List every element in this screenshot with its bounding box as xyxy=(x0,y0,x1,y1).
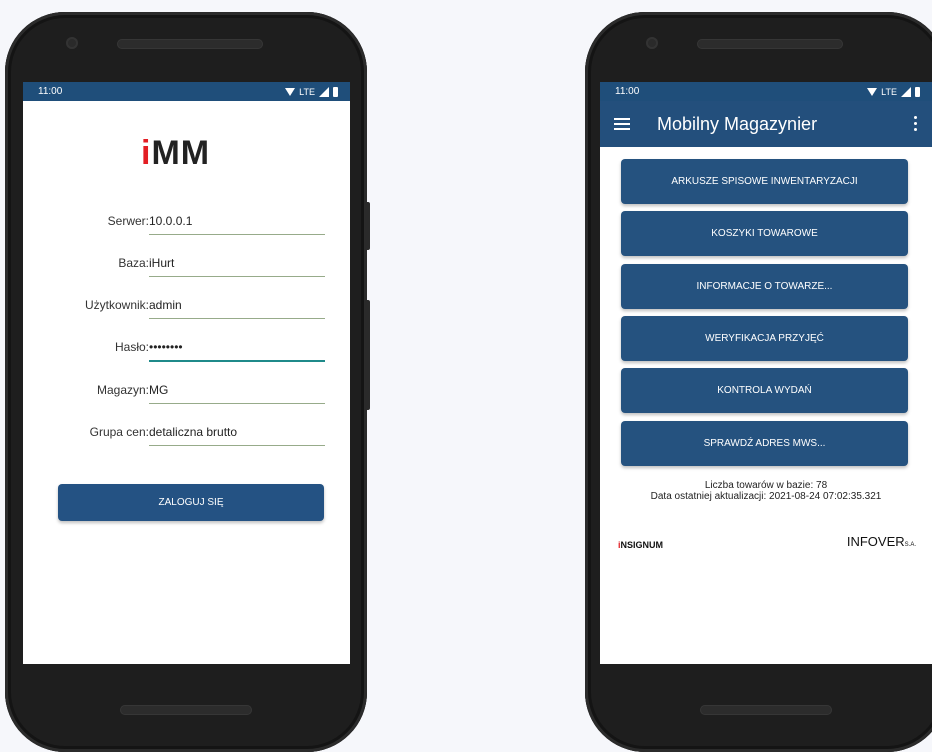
speaker-grille xyxy=(697,39,843,49)
signal-icon xyxy=(319,86,329,97)
database-label: Baza: xyxy=(118,256,149,270)
phone-right: 11:00 LTE Mobilny Magazynier ARKUSZE SPI… xyxy=(585,12,932,752)
server-label: Serwer: xyxy=(107,214,149,228)
power-button[interactable] xyxy=(365,202,370,250)
warehouse-label: Magazyn: xyxy=(96,383,149,397)
price-group-field-row: Grupa cen: detaliczna brutto xyxy=(23,421,350,447)
network-label: LTE xyxy=(881,86,897,97)
server-input[interactable]: 10.0.0.1 xyxy=(149,212,325,235)
bottom-speaker xyxy=(120,705,252,715)
phone-left: 11:00 LTE iMM Serwer: 10.0.0.1 Baza: iHu… xyxy=(5,12,370,752)
login-button[interactable]: ZALOGUJ SIĘ xyxy=(58,484,324,521)
volume-button[interactable] xyxy=(365,300,370,410)
status-time: 11:00 xyxy=(38,86,63,97)
price-group-label: Grupa cen: xyxy=(89,425,149,439)
bottom-speaker xyxy=(700,705,832,715)
speaker-grille xyxy=(117,39,263,49)
wifi-icon xyxy=(867,87,878,96)
product-info-button[interactable]: INFORMACJE O TOWARZE... xyxy=(621,264,908,309)
login-screen: 11:00 LTE iMM Serwer: 10.0.0.1 Baza: iHu… xyxy=(23,82,350,664)
front-camera xyxy=(66,37,78,49)
user-label: Użytkownik: xyxy=(84,298,149,312)
battery-icon xyxy=(333,86,338,97)
status-icons: LTE xyxy=(867,86,920,97)
user-input[interactable]: admin xyxy=(149,296,325,319)
signal-icon xyxy=(901,86,911,97)
status-bar: 11:00 LTE xyxy=(23,82,350,101)
product-count-text: Liczba towarów w bazie: 78 xyxy=(704,480,828,491)
database-field-row: Baza: iHurt xyxy=(23,252,350,278)
price-group-input[interactable]: detaliczna brutto xyxy=(149,423,325,446)
app-title: Mobilny Magazynier xyxy=(657,113,818,134)
check-mws-address-button[interactable]: SPRAWDŹ ADRES MWS... xyxy=(621,421,908,466)
product-baskets-button[interactable]: KOSZYKI TOWAROWE xyxy=(621,211,908,256)
server-field-row: Serwer: 10.0.0.1 xyxy=(23,210,350,236)
more-options-icon[interactable] xyxy=(914,116,917,131)
infover-logo: INFOVERS.A. xyxy=(846,534,916,549)
wifi-icon xyxy=(285,87,296,96)
password-input[interactable]: •••••••• xyxy=(149,338,325,362)
password-label: Hasło: xyxy=(114,340,149,354)
warehouse-field-row: Magazyn: MG xyxy=(23,379,350,405)
last-update-text: Data ostatniej aktualizacji: 2021-08-24 … xyxy=(650,491,882,502)
insignum-logo: iNSIGNUM xyxy=(618,540,664,550)
status-time: 11:00 xyxy=(615,86,640,97)
user-field-row: Użytkownik: admin xyxy=(23,294,350,320)
receipt-verification-button[interactable]: WERYFIKACJA PRZYJĘĆ xyxy=(621,316,908,361)
network-label: LTE xyxy=(299,86,315,97)
status-bar: 11:00 LTE xyxy=(600,82,932,101)
battery-icon xyxy=(915,86,920,97)
main-menu-screen: 11:00 LTE Mobilny Magazynier ARKUSZE SPI… xyxy=(600,82,932,664)
app-bar: Mobilny Magazynier xyxy=(600,101,932,147)
database-input[interactable]: iHurt xyxy=(149,254,325,277)
warehouse-input[interactable]: MG xyxy=(149,381,325,404)
password-field-row: Hasło: •••••••• xyxy=(23,336,350,362)
inventory-sheets-button[interactable]: ARKUSZE SPISOWE INWENTARYZACJI xyxy=(621,159,908,204)
issue-control-button[interactable]: KONTROLA WYDAŃ xyxy=(621,368,908,413)
status-icons: LTE xyxy=(285,86,338,97)
imm-logo: iMM xyxy=(141,134,211,172)
front-camera xyxy=(646,37,658,49)
menu-icon[interactable] xyxy=(614,118,630,130)
